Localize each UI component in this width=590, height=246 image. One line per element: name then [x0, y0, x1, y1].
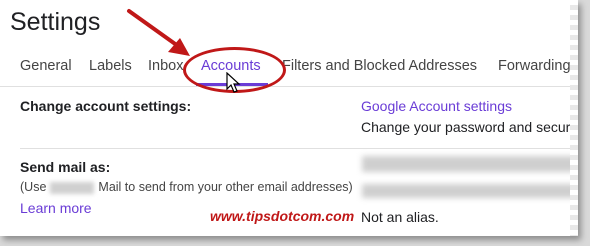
annotation-arrow-icon: [127, 9, 190, 56]
tab-forwarding[interactable]: Forwarding: [498, 58, 571, 74]
use-mail-note: (Use Mail to send from your other email a…: [20, 180, 353, 194]
send-mail-as-label: Send mail as:: [20, 159, 111, 175]
change-account-label: Change account settings:: [20, 98, 192, 114]
tab-filters[interactable]: Filters and Blocked Addresses: [282, 58, 477, 74]
use-note-suffix: Mail to send from your other email addre…: [98, 180, 353, 194]
settings-panel: Settings General Labels Inbox Accounts F…: [0, 0, 578, 236]
watermark-text: www.tipsdotcom.com: [210, 208, 355, 224]
mouse-cursor-icon: [226, 72, 241, 93]
redacted-email-1: [362, 156, 578, 172]
use-note-prefix: (Use: [20, 180, 47, 194]
google-account-settings-link[interactable]: Google Account settings: [361, 98, 512, 114]
section-divider: [20, 148, 578, 149]
redacted-product-name: [50, 181, 95, 194]
change-password-text: Change your password and secur: [361, 119, 571, 135]
redacted-email-2: [362, 184, 578, 198]
alias-status: Not an alias.: [361, 209, 439, 225]
learn-more-link[interactable]: Learn more: [20, 200, 92, 216]
